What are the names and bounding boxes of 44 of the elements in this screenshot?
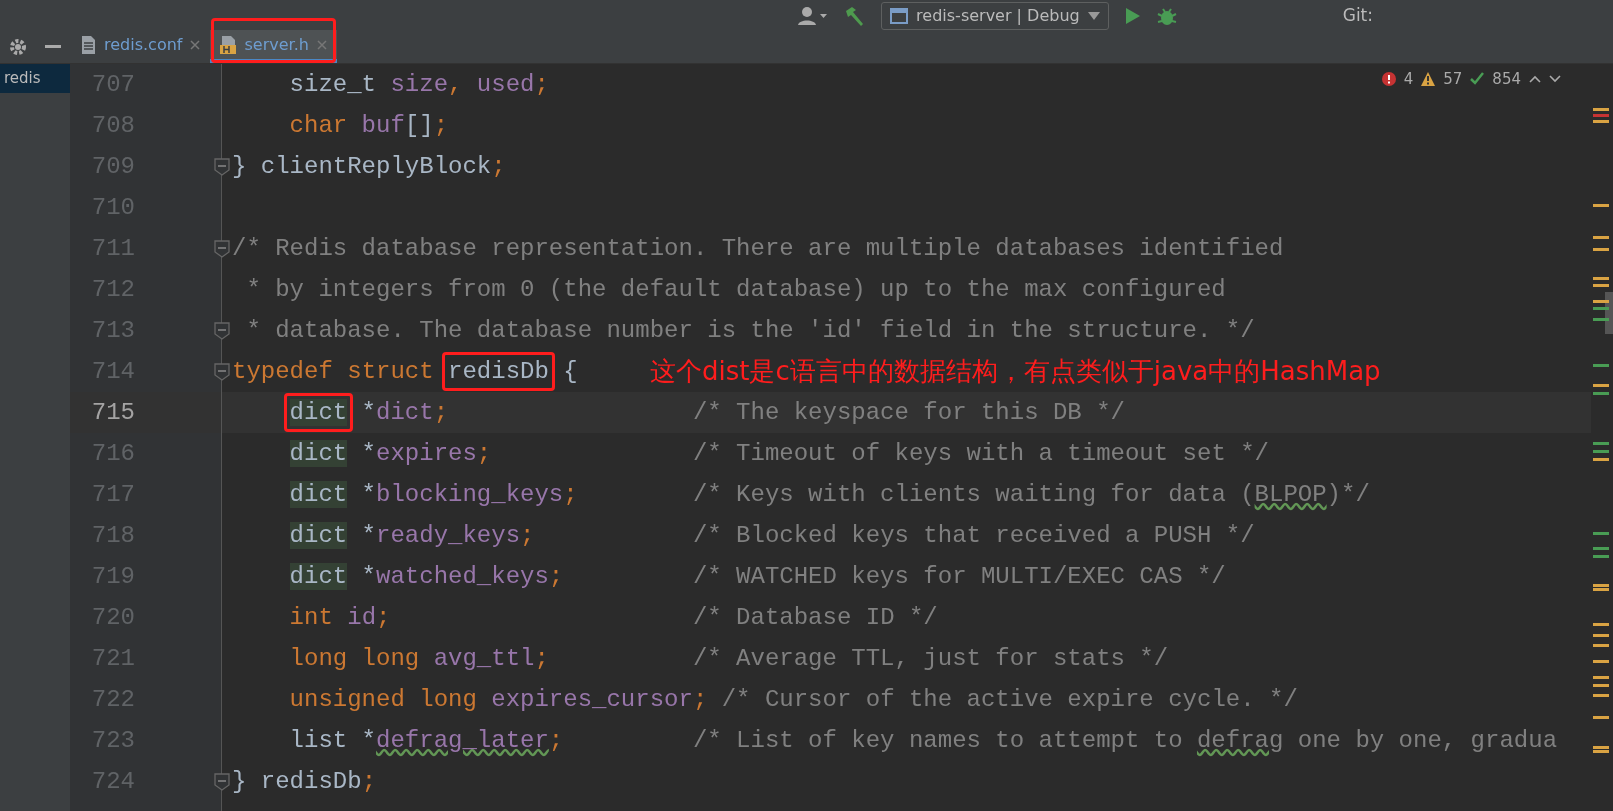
vcs-label: Git: (1342, 3, 1373, 27)
code-line: dict *blocking_keys; /* Keys with clients waiting for data (BLPOP)*/ (288, 480, 1370, 510)
project-tree-item[interactable]: redis (0, 64, 70, 93)
fold-marker-icon[interactable] (214, 773, 230, 791)
code-line: char buf[]; (288, 111, 449, 141)
code-line: dict *dict; /* The keyspace for this DB */ (288, 398, 1125, 428)
code-line: dict *watched_keys; /* WATCHED keys for MULTI/EXEC CAS */ (288, 562, 1226, 592)
run-configuration-dropdown[interactable]: redis-server | Debug (881, 1, 1109, 30)
error-count: 4 (1403, 69, 1414, 90)
code-line: long long avg_ttl; /* Average TTL, just for stats */ (288, 644, 1169, 674)
code-line: /* Redis database representation. There are multiple databases identified (232, 234, 1284, 264)
code-line: dict *expires; /* Timeout of keys with a timeout set */ (288, 439, 1269, 469)
code-line: list *defrag_later; /* List of key names to attempt to defrag one by one, gradua (288, 726, 1558, 756)
check-icon (1470, 72, 1485, 87)
code-line: dict *ready_keys; /* Blocked keys that received a PUSH */ (288, 521, 1255, 551)
caret-icon (1087, 11, 1100, 20)
check-count: 854 (1492, 69, 1521, 90)
fold-marker-icon[interactable] (214, 322, 230, 340)
fold-marker-icon[interactable] (214, 240, 230, 258)
code-line: } redisDb; (232, 767, 377, 797)
fold-marker-icon[interactable] (214, 363, 230, 381)
fold-marker-icon[interactable] (214, 158, 230, 176)
header-file-icon (220, 34, 237, 55)
code-line: int id; /* Database ID */ (288, 603, 938, 633)
code-line: size_t size, used; (288, 70, 549, 100)
close-icon[interactable] (316, 39, 327, 50)
annotation-text: 这个dist是c语言中的数据结构，有点类似于java中的HashMap (650, 355, 1381, 388)
run-icon[interactable] (1124, 6, 1141, 25)
code-line: * database. The database number is the 'id' field in the structure. */ (245, 316, 1255, 346)
hammer-icon[interactable] (843, 4, 866, 27)
settings-icon[interactable] (9, 37, 27, 56)
error-icon (1381, 72, 1396, 87)
warning-count: 57 (1443, 69, 1463, 90)
code-line: * by integers from 0 (the default database) up to the max configured (245, 275, 1226, 305)
text-file-icon (80, 34, 96, 55)
user-icon[interactable] (797, 5, 828, 26)
code-line: } clientReplyBlock; (232, 152, 506, 182)
file-tab[interactable]: redis.conf (70, 30, 211, 63)
code-line: unsigned long expires_cursor; /* Cursor of the active expire cycle. */ (288, 685, 1298, 715)
warning-icon (1421, 72, 1436, 87)
minimize-icon[interactable] (45, 44, 61, 49)
code-line: typedef struct redisDb { (232, 357, 578, 387)
close-icon[interactable] (190, 39, 201, 50)
window-icon (890, 7, 909, 24)
